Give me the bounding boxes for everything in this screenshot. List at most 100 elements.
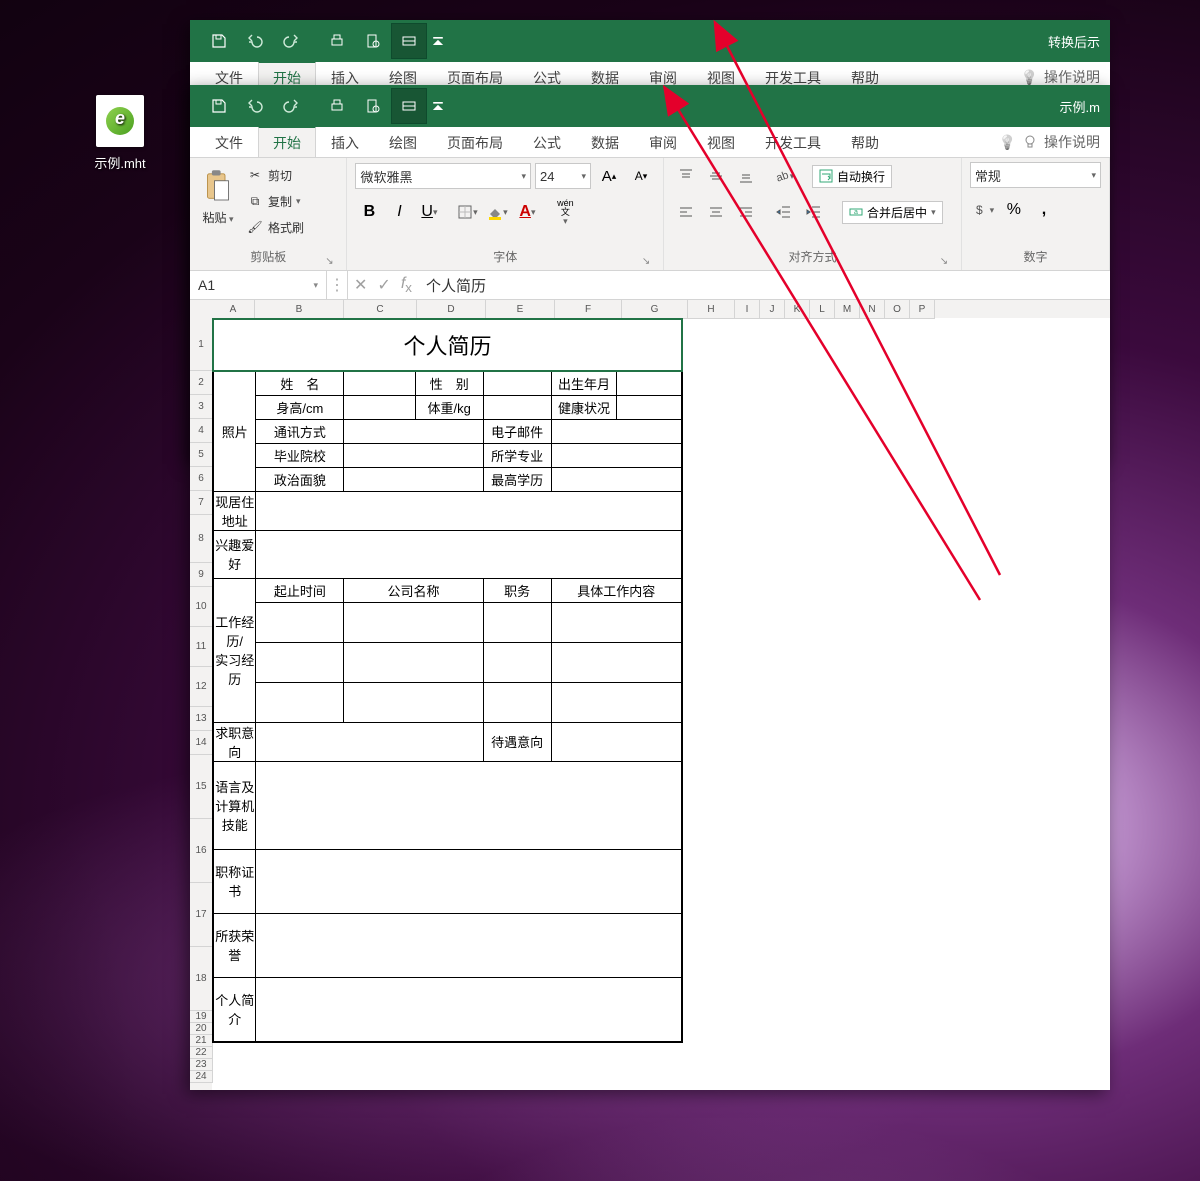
tab-layout[interactable]: 页面布局 [432, 127, 518, 157]
undo-icon[interactable] [238, 24, 272, 58]
qat-more-icon[interactable] [428, 89, 448, 123]
row-header[interactable]: 2 [190, 370, 213, 395]
row-header[interactable]: 7 [190, 490, 213, 515]
percent-icon[interactable]: % [1000, 196, 1028, 224]
worksheet-area[interactable]: ABCDEFGHIJKLMNOP 12345678910111213141516… [190, 300, 1110, 1090]
tab-insert[interactable]: 插入 [316, 127, 374, 157]
phonetic-button[interactable]: wén文 [551, 198, 579, 226]
bold-button[interactable]: B [355, 198, 383, 226]
undo-icon[interactable] [238, 89, 272, 123]
borders-button[interactable] [453, 198, 481, 226]
italic-button[interactable]: I [385, 198, 413, 226]
col-header[interactable]: L [810, 300, 835, 319]
namebox-expand-icon[interactable]: ⋮ [327, 271, 348, 299]
col-header[interactable]: I [735, 300, 760, 319]
cut-button[interactable]: 剪切 [244, 162, 306, 188]
col-header[interactable]: F [555, 300, 622, 319]
save-icon[interactable] [202, 89, 236, 123]
align-right-icon[interactable] [732, 198, 760, 226]
tab-view[interactable]: 视图 [692, 127, 750, 157]
col-header[interactable]: G [622, 300, 688, 319]
tab-file[interactable]: 文件 [200, 127, 258, 157]
select-all-corner[interactable] [190, 300, 213, 319]
font-name-combo[interactable]: 微软雅黑▾ [355, 163, 531, 189]
row-header[interactable]: 15 [190, 754, 213, 819]
fx-icon[interactable]: fx [401, 275, 412, 295]
row-header[interactable]: 5 [190, 442, 213, 467]
col-header[interactable]: M [835, 300, 860, 319]
desktop-file[interactable]: 示例.mht [80, 95, 160, 172]
align-left-icon[interactable] [672, 198, 700, 226]
tab-draw[interactable]: 绘图 [374, 127, 432, 157]
column-headers[interactable]: ABCDEFGHIJKLMNOP [212, 300, 1110, 318]
row-header[interactable]: 4 [190, 418, 213, 443]
row-header[interactable]: 10 [190, 586, 213, 627]
row-headers[interactable]: 123456789101112131415161718192021222324 [190, 318, 212, 1090]
col-header[interactable]: D [417, 300, 486, 319]
align-center-icon[interactable] [702, 198, 730, 226]
dialog-launcher-icon[interactable] [937, 254, 951, 268]
col-header[interactable]: K [785, 300, 810, 319]
row-header[interactable]: 17 [190, 882, 213, 947]
tab-formulas[interactable]: 公式 [518, 127, 576, 157]
cancel-icon[interactable]: ✕ [354, 275, 367, 295]
increase-indent-icon[interactable] [800, 198, 828, 226]
row-header[interactable]: 24 [190, 1070, 213, 1083]
touch-mode-icon[interactable] [392, 89, 426, 123]
row-header[interactable]: 11 [190, 626, 213, 667]
row-header[interactable]: 8 [190, 514, 213, 563]
font-size-combo[interactable]: 24▾ [535, 163, 591, 189]
number-format-combo[interactable]: 常规▾ [970, 162, 1101, 188]
titlebar-front[interactable]: 示例.m [190, 85, 1110, 127]
col-header[interactable]: N [860, 300, 885, 319]
col-header[interactable]: C [344, 300, 417, 319]
row-header[interactable]: 16 [190, 818, 213, 883]
orientation-icon[interactable]: ab [770, 162, 798, 190]
underline-button[interactable]: U [415, 198, 443, 226]
align-middle-icon[interactable] [702, 162, 730, 190]
col-header[interactable]: B [255, 300, 344, 319]
tab-help[interactable]: 帮助 [836, 127, 894, 157]
format-painter-button[interactable]: 格式刷 [244, 214, 306, 240]
touch-mode-icon[interactable] [392, 24, 426, 58]
titlebar-back[interactable]: 转换后示 [190, 20, 1110, 62]
copy-button[interactable]: 复制 [244, 188, 306, 214]
row-header[interactable]: 3 [190, 394, 213, 419]
fill-color-button[interactable] [483, 198, 511, 226]
row-header[interactable]: 6 [190, 466, 213, 491]
quickprint-icon[interactable] [320, 89, 354, 123]
align-bottom-icon[interactable] [732, 162, 760, 190]
col-header[interactable]: H [688, 300, 735, 319]
merge-center-button[interactable]: a合并后居中 [842, 201, 943, 224]
tab-review[interactable]: 审阅 [634, 127, 692, 157]
row-header[interactable]: 9 [190, 562, 213, 587]
paste-button[interactable]: 粘贴 [198, 162, 238, 226]
quickprint-icon[interactable] [320, 24, 354, 58]
wrap-text-button[interactable]: 自动换行 [812, 165, 892, 188]
decrease-indent-icon[interactable] [770, 198, 798, 226]
formula-input[interactable]: 个人简历 [418, 271, 1110, 299]
comma-icon[interactable]: , [1030, 196, 1058, 224]
col-header[interactable]: P [910, 300, 935, 319]
tab-dev[interactable]: 开发工具 [750, 127, 836, 157]
col-header[interactable]: O [885, 300, 910, 319]
row-header[interactable]: 1 [190, 318, 213, 371]
redo-icon[interactable] [274, 24, 308, 58]
preview-icon[interactable] [356, 89, 390, 123]
col-header[interactable]: J [760, 300, 785, 319]
row-header[interactable]: 14 [190, 730, 213, 755]
redo-icon[interactable] [274, 89, 308, 123]
font-color-button[interactable]: A [513, 198, 541, 226]
tab-data[interactable]: 数据 [576, 127, 634, 157]
dialog-launcher-icon[interactable] [639, 254, 653, 268]
enter-icon[interactable]: ✓ [377, 275, 390, 295]
col-header[interactable]: A [212, 300, 255, 319]
currency-icon[interactable]: $ [970, 196, 998, 224]
dialog-launcher-icon[interactable] [322, 254, 336, 268]
row-header[interactable]: 12 [190, 666, 213, 707]
qat-more-icon[interactable] [428, 24, 448, 58]
align-top-icon[interactable] [672, 162, 700, 190]
row-header[interactable]: 18 [190, 946, 213, 1011]
name-box[interactable]: A1▾ [190, 271, 327, 299]
grid[interactable]: 个人简历 照片 姓 名 性 别 出生年月 身高/cm体重/kg健康状况 通讯方式… [212, 318, 1110, 1090]
